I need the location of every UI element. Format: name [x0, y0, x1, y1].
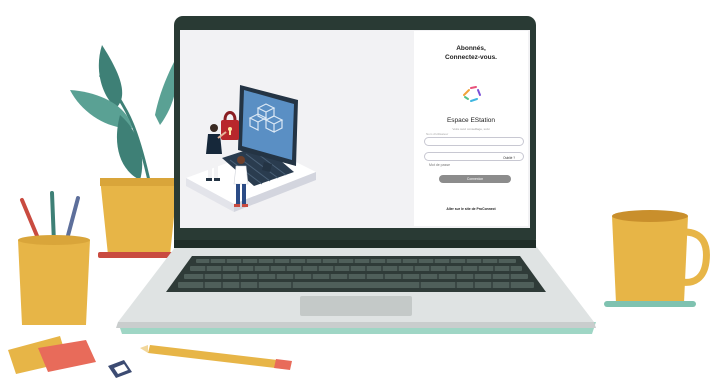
password-field[interactable]: [425, 161, 523, 169]
coffee-mug-icon: [604, 210, 710, 307]
pencil-icon: [140, 345, 292, 370]
connect-button[interactable]: Connexion: [439, 175, 511, 183]
password-field-container: Oublié ?: [424, 152, 524, 169]
eraser-icon: [108, 360, 132, 378]
pencil-cup-icon: [18, 191, 90, 325]
app-subtitle: Votre suivi conseillage, suivi: [452, 127, 490, 131]
sticky-notes-icon: [8, 336, 96, 374]
scene-illustration: [8, 16, 710, 378]
forgot-password-link[interactable]: Oublié ?: [503, 156, 515, 160]
proconnect-link[interactable]: Aller sur le site de ProConnect: [414, 207, 528, 211]
app-name: Espace EStation: [446, 117, 496, 124]
username-label: Nom d'utilisateur: [426, 132, 449, 136]
login-panel: Abonnés, Connectez-vous. Espace EStation…: [414, 31, 528, 226]
username-field-container: [424, 137, 524, 154]
login-heading-line1: Abonnés,: [456, 45, 486, 52]
login-heading: Abonnés, Connectez-vous.: [414, 44, 528, 62]
plant-icon: [70, 45, 182, 258]
login-heading-line2: Connectez-vous.: [444, 54, 497, 61]
app-logo-icon: [463, 86, 481, 102]
